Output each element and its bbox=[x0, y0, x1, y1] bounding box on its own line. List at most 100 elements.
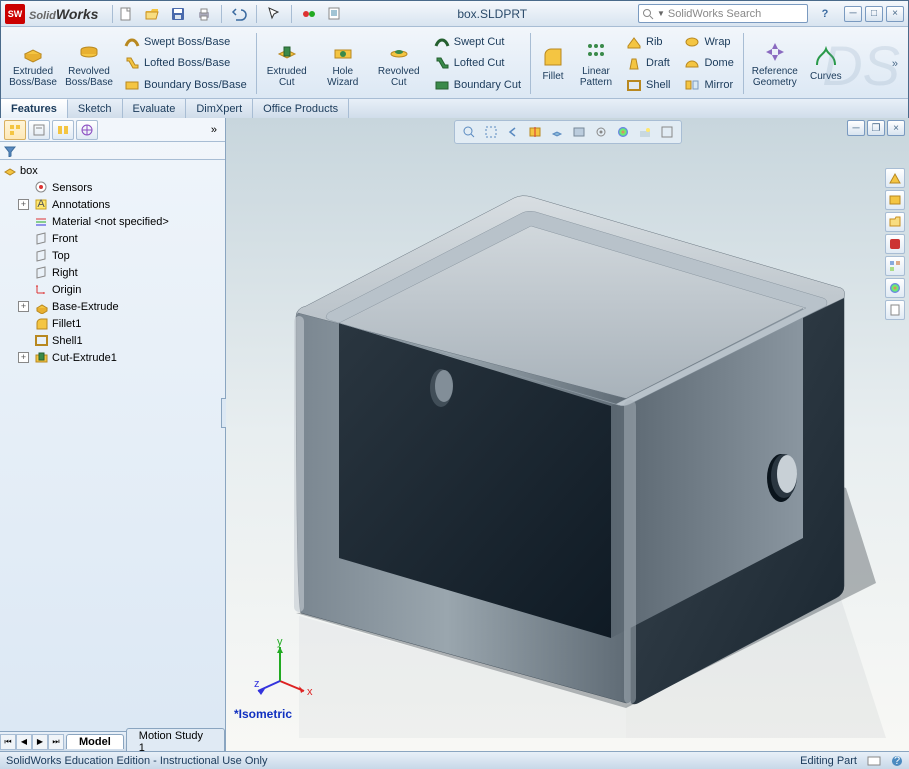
shell-button[interactable]: Shell bbox=[623, 76, 673, 94]
tree-material[interactable]: Material <not specified> bbox=[0, 213, 225, 230]
extruded-cut-button[interactable]: Extruded Cut bbox=[259, 29, 315, 98]
orientation-triad-icon: x y z bbox=[254, 637, 316, 699]
svg-text:x: x bbox=[307, 686, 313, 698]
plane-icon bbox=[34, 248, 49, 263]
app-logo-icon: SW bbox=[5, 4, 25, 24]
tree-fillet1[interactable]: Fillet1 bbox=[0, 315, 225, 332]
feature-tree: box Sensors + A Annotations Material <no… bbox=[0, 160, 225, 731]
plane-icon bbox=[34, 265, 49, 280]
view-orientation-label: *Isometric bbox=[234, 707, 292, 721]
tab-nav-first[interactable]: ⏮ bbox=[0, 734, 16, 750]
draft-button[interactable]: Draft bbox=[623, 54, 673, 72]
mirror-button[interactable]: Mirror bbox=[681, 76, 736, 94]
curves-button[interactable]: Curves bbox=[804, 29, 848, 98]
annotations-icon: A bbox=[34, 197, 49, 212]
model-render bbox=[226, 118, 906, 738]
model-tab[interactable]: Model bbox=[66, 734, 124, 749]
fillet-button[interactable]: Fillet bbox=[533, 29, 573, 98]
tree-origin[interactable]: Origin bbox=[0, 281, 225, 298]
dome-button[interactable]: Dome bbox=[681, 54, 736, 72]
minimize-button[interactable]: ─ bbox=[844, 6, 862, 22]
rib-button[interactable]: Rib bbox=[623, 33, 673, 51]
swept-cut-button[interactable]: Swept Cut bbox=[431, 33, 524, 51]
titlebar: SW SolidWorks box.SLDPRT ▼ SolidWorks Se… bbox=[1, 1, 908, 27]
close-button[interactable]: × bbox=[886, 6, 904, 22]
tree-annotations[interactable]: + A Annotations bbox=[0, 196, 225, 213]
tab-features[interactable]: Features bbox=[1, 99, 68, 118]
property-manager-tab[interactable] bbox=[28, 120, 50, 140]
cut-extrude-icon bbox=[34, 350, 49, 365]
boundary-boss-button[interactable]: Boundary Boss/Base bbox=[121, 76, 250, 94]
expand-toggle[interactable]: + bbox=[18, 352, 29, 363]
expand-toggle[interactable]: + bbox=[18, 199, 29, 210]
options-button[interactable] bbox=[324, 4, 346, 24]
tab-evaluate[interactable]: Evaluate bbox=[123, 99, 187, 118]
help-button[interactable]: ? bbox=[814, 4, 836, 24]
tree-shell1[interactable]: Shell1 bbox=[0, 332, 225, 349]
tab-sketch[interactable]: Sketch bbox=[68, 99, 123, 118]
material-icon bbox=[34, 214, 49, 229]
feature-manager-panel: » box Sensors + A Annotations M bbox=[0, 118, 226, 751]
new-doc-button[interactable] bbox=[115, 4, 137, 24]
rebuild-button[interactable] bbox=[298, 4, 320, 24]
panel-expand-button[interactable]: » bbox=[207, 124, 221, 136]
status-bar: SolidWorks Education Edition - Instructi… bbox=[0, 751, 909, 769]
revolved-cut-button[interactable]: Revolved Cut bbox=[371, 29, 427, 98]
extrude-icon bbox=[34, 299, 49, 314]
tree-front-plane[interactable]: Front bbox=[0, 230, 225, 247]
tree-base-extrude[interactable]: + Base-Extrude bbox=[0, 298, 225, 315]
command-tabs: Features Sketch Evaluate DimXpert Office… bbox=[1, 99, 908, 119]
quick-access-toolbar bbox=[115, 4, 346, 24]
reference-geometry-button[interactable]: Reference Geometry bbox=[746, 29, 804, 98]
print-button[interactable] bbox=[193, 4, 215, 24]
search-input[interactable]: ▼ SolidWorks Search bbox=[638, 4, 808, 23]
maximize-button[interactable]: □ bbox=[865, 6, 883, 22]
revolved-boss-button[interactable]: Revolved Boss/Base bbox=[61, 29, 117, 98]
svg-text:y: y bbox=[277, 637, 283, 648]
save-button[interactable] bbox=[167, 4, 189, 24]
tab-office-products[interactable]: Office Products bbox=[253, 99, 349, 118]
hole-wizard-button[interactable]: Hole Wizard bbox=[315, 29, 371, 98]
graphics-viewport[interactable]: ─ ❐ × bbox=[226, 118, 909, 751]
filter-icon[interactable] bbox=[4, 145, 16, 157]
extruded-boss-button[interactable]: Extruded Boss/Base bbox=[5, 29, 61, 98]
svg-text:?: ? bbox=[894, 755, 900, 767]
tab-nav-prev[interactable]: ◀ bbox=[16, 734, 32, 750]
svg-text:z: z bbox=[254, 678, 260, 690]
tree-sensors[interactable]: Sensors bbox=[0, 179, 225, 196]
status-help-icon[interactable]: ? bbox=[891, 755, 903, 767]
status-unit-icon[interactable] bbox=[867, 754, 881, 768]
app-brand: SolidWorks bbox=[29, 6, 98, 22]
tab-nav-last[interactable]: ⏭ bbox=[48, 734, 64, 750]
wrap-button[interactable]: Wrap bbox=[681, 33, 736, 51]
status-text: SolidWorks Education Edition - Instructi… bbox=[6, 755, 267, 767]
tree-right-plane[interactable]: Right bbox=[0, 264, 225, 281]
configuration-manager-tab[interactable] bbox=[52, 120, 74, 140]
open-button[interactable] bbox=[141, 4, 163, 24]
expand-toggle[interactable]: + bbox=[18, 301, 29, 312]
document-title: box.SLDPRT bbox=[346, 7, 638, 21]
tree-top-plane[interactable]: Top bbox=[0, 247, 225, 264]
tab-dimxpert[interactable]: DimXpert bbox=[186, 99, 253, 118]
select-button[interactable] bbox=[263, 4, 285, 24]
boundary-cut-button[interactable]: Boundary Cut bbox=[431, 76, 524, 94]
part-icon bbox=[2, 163, 17, 178]
bottom-tabs: ⏮ ◀ ▶ ⏭ Model Motion Study 1 bbox=[0, 731, 225, 751]
tab-nav-next[interactable]: ▶ bbox=[32, 734, 48, 750]
dimxpert-manager-tab[interactable] bbox=[76, 120, 98, 140]
editing-mode-label: Editing Part bbox=[800, 755, 857, 767]
lofted-boss-button[interactable]: Lofted Boss/Base bbox=[121, 54, 250, 72]
tree-cut-extrude1[interactable]: + Cut-Extrude1 bbox=[0, 349, 225, 366]
swept-boss-button[interactable]: Swept Boss/Base bbox=[121, 33, 250, 51]
linear-pattern-button[interactable]: Linear Pattern bbox=[573, 29, 619, 98]
search-placeholder: SolidWorks Search bbox=[668, 8, 761, 20]
feature-tree-tab[interactable] bbox=[4, 120, 26, 140]
fillet-icon bbox=[34, 316, 49, 331]
lofted-cut-button[interactable]: Lofted Cut bbox=[431, 54, 524, 72]
tree-root[interactable]: box bbox=[0, 162, 225, 179]
search-icon bbox=[642, 8, 654, 20]
ribbon-expand-button[interactable]: » bbox=[886, 58, 904, 70]
sensors-icon bbox=[34, 180, 49, 195]
ribbon: Extruded Boss/Base Revolved Boss/Base Sw… bbox=[1, 27, 908, 99]
undo-button[interactable] bbox=[228, 4, 250, 24]
